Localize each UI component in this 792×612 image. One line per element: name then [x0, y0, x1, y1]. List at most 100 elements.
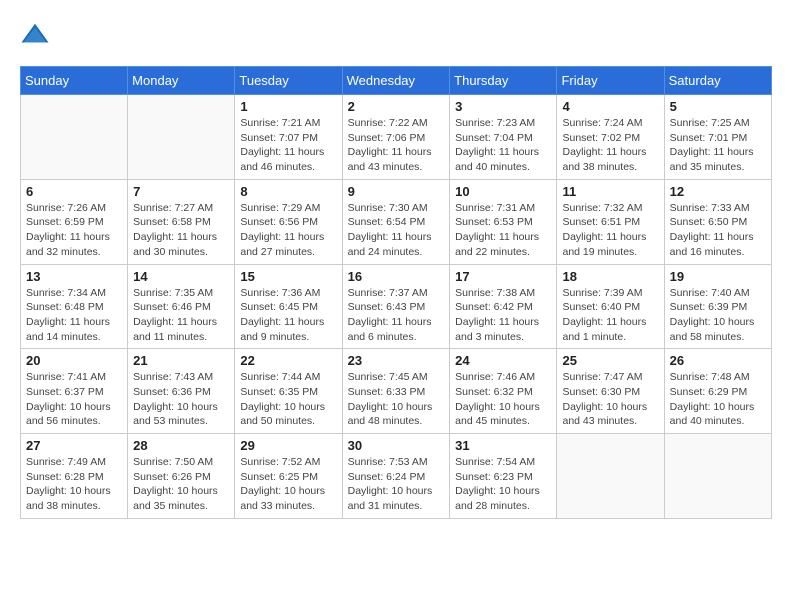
- day-header-friday: Friday: [557, 67, 664, 95]
- day-number: 23: [348, 353, 445, 368]
- day-number: 19: [670, 269, 766, 284]
- day-info: Sunrise: 7:29 AM Sunset: 6:56 PM Dayligh…: [240, 201, 336, 260]
- day-number: 14: [133, 269, 229, 284]
- calendar-cell: 9 Sunrise: 7:30 AM Sunset: 6:54 PM Daylig…: [342, 179, 450, 264]
- day-info: Sunrise: 7:36 AM Sunset: 6:45 PM Dayligh…: [240, 286, 336, 345]
- day-info: Sunrise: 7:50 AM Sunset: 6:26 PM Dayligh…: [133, 455, 229, 514]
- calendar-cell: 31 Sunrise: 7:54 AM Sunset: 6:23 PM Dayli…: [450, 434, 557, 519]
- day-info: Sunrise: 7:52 AM Sunset: 6:25 PM Dayligh…: [240, 455, 336, 514]
- day-info: Sunrise: 7:43 AM Sunset: 6:36 PM Dayligh…: [133, 370, 229, 429]
- day-info: Sunrise: 7:22 AM Sunset: 7:06 PM Dayligh…: [348, 116, 445, 175]
- day-number: 27: [26, 438, 122, 453]
- calendar-cell: 16 Sunrise: 7:37 AM Sunset: 6:43 PM Dayli…: [342, 264, 450, 349]
- calendar-cell: 13Sunrise: 7:34 AM Sunset: 6:48 PM Dayli…: [21, 264, 128, 349]
- day-number: 9: [348, 184, 445, 199]
- day-number: 12: [670, 184, 766, 199]
- calendar-cell: [557, 434, 664, 519]
- calendar-cell: 5 Sunrise: 7:25 AM Sunset: 7:01 PM Daylig…: [664, 95, 771, 180]
- day-number: 6: [26, 184, 122, 199]
- day-info: Sunrise: 7:41 AM Sunset: 6:37 PM Dayligh…: [26, 370, 122, 429]
- calendar-cell: [21, 95, 128, 180]
- calendar-cell: 28 Sunrise: 7:50 AM Sunset: 6:26 PM Dayli…: [128, 434, 235, 519]
- calendar-cell: 30 Sunrise: 7:53 AM Sunset: 6:24 PM Dayli…: [342, 434, 450, 519]
- day-info: Sunrise: 7:44 AM Sunset: 6:35 PM Dayligh…: [240, 370, 336, 429]
- calendar-cell: 11 Sunrise: 7:32 AM Sunset: 6:51 PM Dayli…: [557, 179, 664, 264]
- day-info: Sunrise: 7:49 AM Sunset: 6:28 PM Dayligh…: [26, 455, 122, 514]
- day-header-saturday: Saturday: [664, 67, 771, 95]
- day-info: Sunrise: 7:25 AM Sunset: 7:01 PM Dayligh…: [670, 116, 766, 175]
- day-info: Sunrise: 7:39 AM Sunset: 6:40 PM Dayligh…: [562, 286, 658, 345]
- day-info: Sunrise: 7:37 AM Sunset: 6:43 PM Dayligh…: [348, 286, 445, 345]
- day-info: Sunrise: 7:24 AM Sunset: 7:02 PM Dayligh…: [562, 116, 658, 175]
- day-number: 31: [455, 438, 551, 453]
- calendar-cell: 18 Sunrise: 7:39 AM Sunset: 6:40 PM Dayli…: [557, 264, 664, 349]
- day-info: Sunrise: 7:45 AM Sunset: 6:33 PM Dayligh…: [348, 370, 445, 429]
- calendar-week-row: 20 Sunrise: 7:41 AM Sunset: 6:37 PM Dayli…: [21, 349, 772, 434]
- calendar-cell: 14 Sunrise: 7:35 AM Sunset: 6:46 PM Dayli…: [128, 264, 235, 349]
- day-header-tuesday: Tuesday: [235, 67, 342, 95]
- calendar-cell: 22 Sunrise: 7:44 AM Sunset: 6:35 PM Dayli…: [235, 349, 342, 434]
- day-number: 5: [670, 99, 766, 114]
- day-info: Sunrise: 7:33 AM Sunset: 6:50 PM Dayligh…: [670, 201, 766, 260]
- day-number: 4: [562, 99, 658, 114]
- page-header: [20, 20, 772, 50]
- calendar-week-row: 27 Sunrise: 7:49 AM Sunset: 6:28 PM Dayli…: [21, 434, 772, 519]
- day-number: 24: [455, 353, 551, 368]
- day-info: Sunrise: 7:46 AM Sunset: 6:32 PM Dayligh…: [455, 370, 551, 429]
- logo-icon: [20, 20, 50, 50]
- day-number: 21: [133, 353, 229, 368]
- calendar-cell: [664, 434, 771, 519]
- day-header-monday: Monday: [128, 67, 235, 95]
- day-number: 3: [455, 99, 551, 114]
- calendar-cell: 1 Sunrise: 7:21 AM Sunset: 7:07 PM Daylig…: [235, 95, 342, 180]
- calendar-cell: 20 Sunrise: 7:41 AM Sunset: 6:37 PM Dayli…: [21, 349, 128, 434]
- day-number: 7: [133, 184, 229, 199]
- day-number: 16: [348, 269, 445, 284]
- calendar-cell: 12 Sunrise: 7:33 AM Sunset: 6:50 PM Dayli…: [664, 179, 771, 264]
- day-info: Sunrise: 7:23 AM Sunset: 7:04 PM Dayligh…: [455, 116, 551, 175]
- day-number: 22: [240, 353, 336, 368]
- day-number: 15: [240, 269, 336, 284]
- day-info: Sunrise: 7:30 AM Sunset: 6:54 PM Dayligh…: [348, 201, 445, 260]
- calendar-cell: 24 Sunrise: 7:46 AM Sunset: 6:32 PM Dayli…: [450, 349, 557, 434]
- calendar-cell: 4 Sunrise: 7:24 AM Sunset: 7:02 PM Daylig…: [557, 95, 664, 180]
- day-number: 28: [133, 438, 229, 453]
- day-number: 11: [562, 184, 658, 199]
- day-number: 30: [348, 438, 445, 453]
- day-number: 29: [240, 438, 336, 453]
- calendar-cell: 15 Sunrise: 7:36 AM Sunset: 6:45 PM Dayli…: [235, 264, 342, 349]
- day-info: Sunrise: 7:31 AM Sunset: 6:53 PM Dayligh…: [455, 201, 551, 260]
- calendar-cell: [128, 95, 235, 180]
- calendar-cell: 27 Sunrise: 7:49 AM Sunset: 6:28 PM Dayli…: [21, 434, 128, 519]
- calendar-cell: 10 Sunrise: 7:31 AM Sunset: 6:53 PM Dayli…: [450, 179, 557, 264]
- day-number: 20: [26, 353, 122, 368]
- day-info: Sunrise: 7:35 AM Sunset: 6:46 PM Dayligh…: [133, 286, 229, 345]
- day-info: Sunrise: 7:47 AM Sunset: 6:30 PM Dayligh…: [562, 370, 658, 429]
- day-info: Sunrise: 7:32 AM Sunset: 6:51 PM Dayligh…: [562, 201, 658, 260]
- day-number: 1: [240, 99, 336, 114]
- day-number: 10: [455, 184, 551, 199]
- day-info: Sunrise: 7:34 AM Sunset: 6:48 PM Dayligh…: [26, 286, 122, 345]
- calendar-cell: 17Sunrise: 7:38 AM Sunset: 6:42 PM Dayli…: [450, 264, 557, 349]
- day-number: 26: [670, 353, 766, 368]
- calendar-cell: 21 Sunrise: 7:43 AM Sunset: 6:36 PM Dayli…: [128, 349, 235, 434]
- day-info: Sunrise: 7:27 AM Sunset: 6:58 PM Dayligh…: [133, 201, 229, 260]
- calendar-cell: 3 Sunrise: 7:23 AM Sunset: 7:04 PM Daylig…: [450, 95, 557, 180]
- day-number: 18: [562, 269, 658, 284]
- calendar-cell: 26 Sunrise: 7:48 AM Sunset: 6:29 PM Dayli…: [664, 349, 771, 434]
- calendar-cell: 23 Sunrise: 7:45 AM Sunset: 6:33 PM Dayli…: [342, 349, 450, 434]
- day-info: Sunrise: 7:54 AM Sunset: 6:23 PM Dayligh…: [455, 455, 551, 514]
- day-info: Sunrise: 7:21 AM Sunset: 7:07 PM Dayligh…: [240, 116, 336, 175]
- calendar-cell: 2Sunrise: 7:22 AM Sunset: 7:06 PM Daylig…: [342, 95, 450, 180]
- calendar-week-row: 1 Sunrise: 7:21 AM Sunset: 7:07 PM Daylig…: [21, 95, 772, 180]
- day-info: Sunrise: 7:53 AM Sunset: 6:24 PM Dayligh…: [348, 455, 445, 514]
- day-info: Sunrise: 7:26 AM Sunset: 6:59 PM Dayligh…: [26, 201, 122, 260]
- calendar-cell: 19 Sunrise: 7:40 AM Sunset: 6:39 PM Dayli…: [664, 264, 771, 349]
- day-header-wednesday: Wednesday: [342, 67, 450, 95]
- calendar-cell: 8Sunrise: 7:29 AM Sunset: 6:56 PM Daylig…: [235, 179, 342, 264]
- day-info: Sunrise: 7:48 AM Sunset: 6:29 PM Dayligh…: [670, 370, 766, 429]
- calendar-cell: 25Sunrise: 7:47 AM Sunset: 6:30 PM Dayli…: [557, 349, 664, 434]
- day-info: Sunrise: 7:40 AM Sunset: 6:39 PM Dayligh…: [670, 286, 766, 345]
- calendar-week-row: 6 Sunrise: 7:26 AM Sunset: 6:59 PM Daylig…: [21, 179, 772, 264]
- calendar-week-row: 13Sunrise: 7:34 AM Sunset: 6:48 PM Dayli…: [21, 264, 772, 349]
